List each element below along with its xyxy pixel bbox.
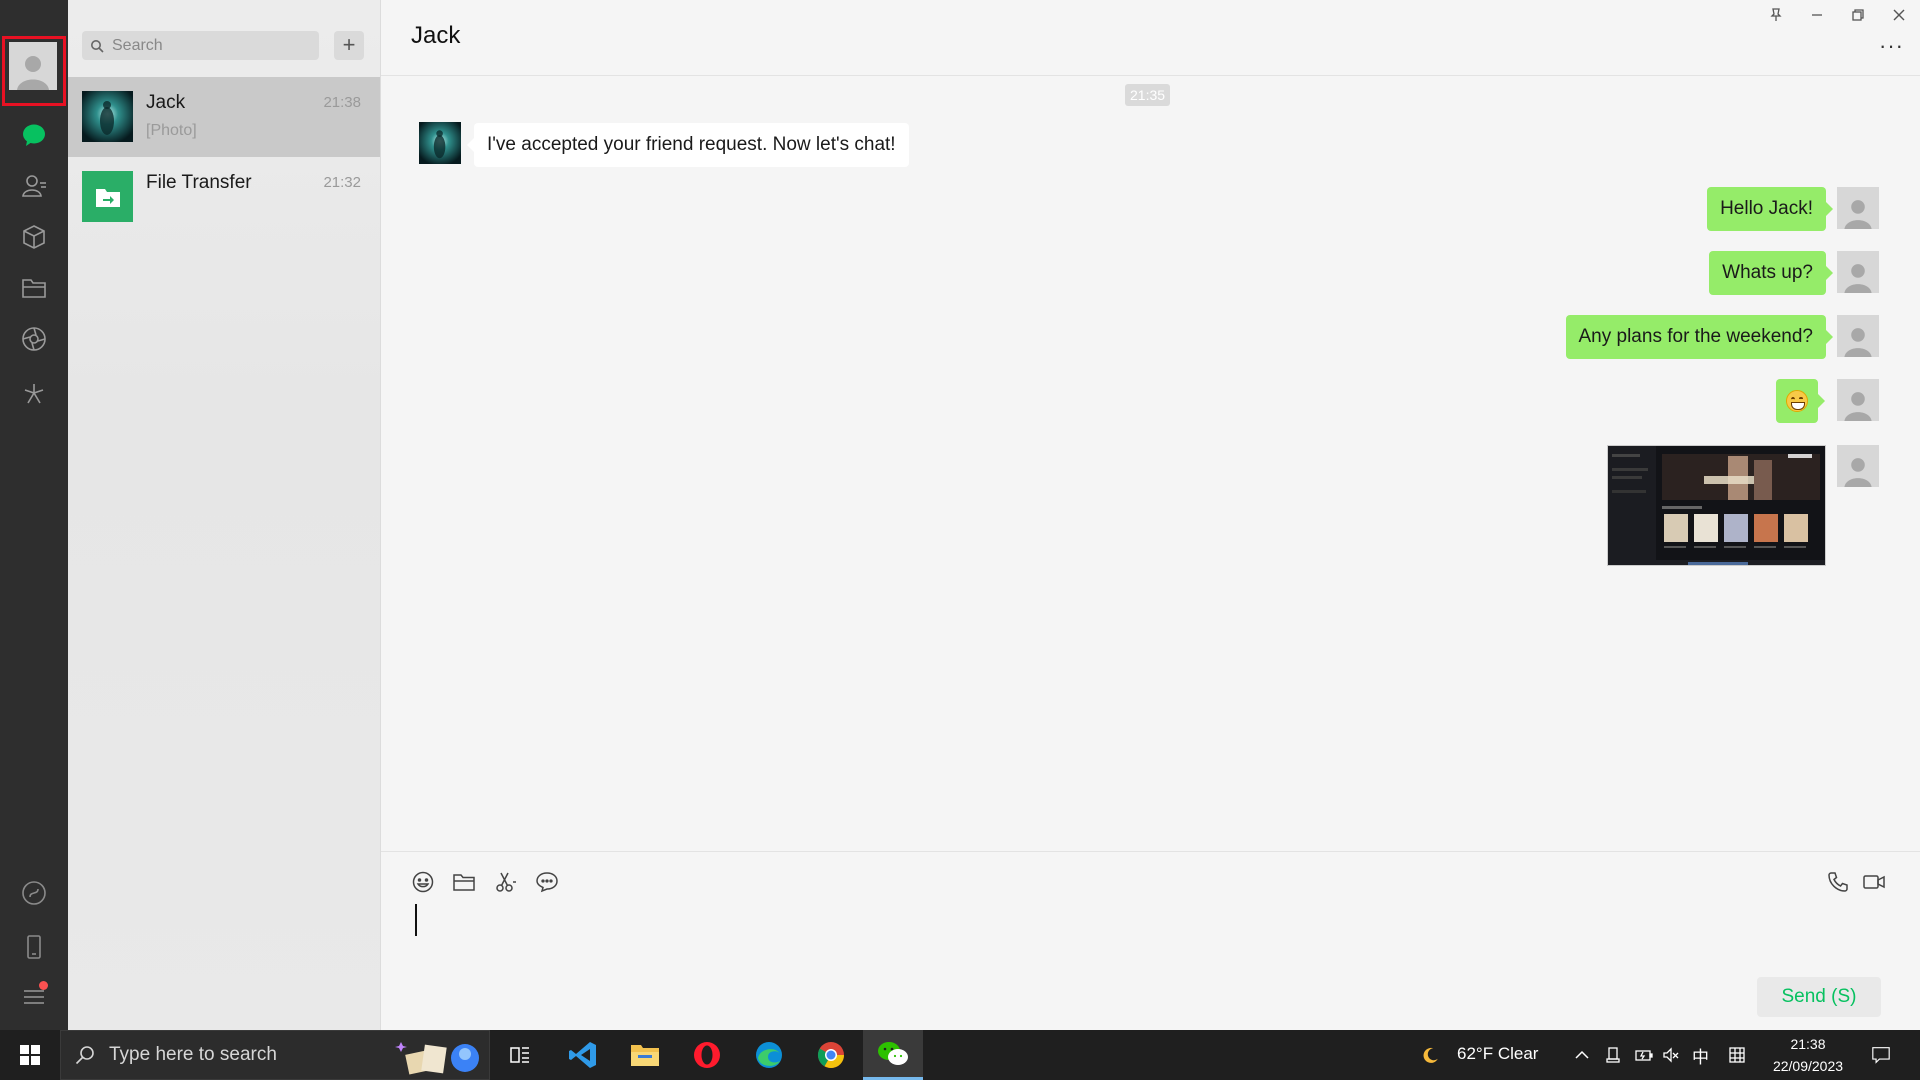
message-bubble-outgoing: Any plans for the weekend? [1565,315,1833,359]
folder-icon[interactable] [450,868,478,896]
user-avatar[interactable] [1837,315,1879,357]
input-method-indicator[interactable]: 中 [1692,1043,1709,1068]
files-icon[interactable] [18,272,50,304]
pin-icon[interactable] [1761,4,1791,26]
channels-icon[interactable] [18,378,50,410]
photo-message[interactable] [1607,445,1826,566]
message-timestamp: 21:35 [1125,84,1171,106]
taskbar-clock[interactable]: 21:38 22/09/2023 [1760,1033,1856,1077]
start-button[interactable] [0,1030,60,1080]
settings-menu-icon[interactable] [18,981,50,1013]
contacts-icon[interactable] [18,170,50,202]
windows-logo-icon [20,1045,40,1065]
vscode-icon[interactable] [553,1030,613,1080]
user-avatar[interactable] [1837,445,1879,487]
show-hidden-icons-chevron-icon[interactable] [1572,1045,1592,1065]
message-bubble-emoji [1776,379,1825,423]
chat-time: 21:38 [323,94,361,111]
taskbar-search-placeholder: Type here to search [109,1044,277,1065]
taskbar-search[interactable]: Type here to search [60,1030,490,1080]
search-icon [91,39,104,53]
clock-date: 22/09/2023 [1772,1058,1844,1074]
volume-muted-icon[interactable] [1661,1045,1681,1065]
windows-taskbar: Type here to search 62°F Clear 中 21:38 2… [0,1030,1920,1080]
device-icon[interactable] [1603,1045,1623,1065]
conversation-title: Jack [411,22,461,49]
chrome-browser-icon[interactable] [801,1030,861,1080]
chat-name: File Transfer [146,172,252,193]
search-icon [75,1046,94,1065]
search-highlight-illustration-icon [395,1042,479,1075]
chats-icon[interactable] [18,119,50,151]
search-input[interactable] [112,36,312,55]
user-avatar[interactable] [1837,187,1879,229]
message-bubble-outgoing: Whats up? [1709,251,1833,295]
edge-browser-icon[interactable] [739,1030,799,1080]
input-mode-grid-icon[interactable] [1727,1045,1747,1065]
emoji-icon[interactable] [409,868,437,896]
screenshot-scissors-icon[interactable] [492,868,520,896]
chat-preview: [Photo] [146,122,197,139]
avatar-highlight-frame [2,36,66,106]
restore-icon[interactable] [1843,4,1873,26]
wechat-taskbar-icon[interactable] [863,1030,923,1080]
weather-text[interactable]: 62°F Clear [1457,1044,1538,1064]
more-options-button[interactable]: ··· [1879,35,1904,57]
clock-time: 21:38 [1790,1036,1826,1052]
message-input-area[interactable]: Send (S) [381,851,1920,1030]
message-bubble-incoming: I've accepted your friend request. Now l… [467,123,909,167]
contact-avatar[interactable] [419,122,461,164]
mini-program-panel-icon[interactable] [18,877,50,909]
chat-list-item-file-transfer[interactable]: File Transfer 21:32 [68,157,380,237]
message-bubble-outgoing: Hello Jack! [1707,187,1833,231]
chat-panel: Jack ··· 21:35 I've accepted your friend… [381,0,1920,1030]
user-avatar[interactable] [1837,379,1879,421]
opera-browser-icon[interactable] [677,1030,737,1080]
nav-rail [0,0,68,1030]
user-avatar[interactable] [1837,251,1879,293]
file-explorer-icon[interactable] [615,1030,675,1080]
send-button[interactable]: Send (S) [1757,977,1881,1017]
close-icon[interactable] [1884,4,1914,26]
chat-header: Jack ··· [381,0,1920,76]
chat-list-item-jack[interactable]: Jack 21:38 [Photo] [68,77,380,157]
chat-name: Jack [146,92,186,113]
video-call-icon[interactable] [1860,868,1888,896]
grinning-face-icon [1786,389,1808,412]
search-box[interactable] [82,31,319,60]
file-transfer-icon [82,171,133,222]
voice-call-icon[interactable] [1824,868,1852,896]
phone-icon[interactable] [18,931,50,963]
add-chat-button[interactable]: + [334,31,364,60]
task-view-icon[interactable] [490,1030,550,1080]
text-cursor [415,904,417,936]
chat-time: 21:32 [323,174,361,191]
minimize-icon[interactable] [1802,4,1832,26]
battery-icon[interactable] [1634,1045,1654,1065]
weather-moon-icon[interactable] [1418,1042,1444,1068]
contact-avatar [82,91,133,142]
notifications-icon[interactable] [1868,1044,1894,1066]
chat-history-icon[interactable] [533,868,561,896]
notification-dot [39,981,48,990]
moments-icon[interactable] [18,323,50,355]
chat-list-panel: + Jack 21:38 [Photo] File Transfer 21:32 [68,0,381,1030]
mini-programs-icon[interactable] [18,221,50,253]
